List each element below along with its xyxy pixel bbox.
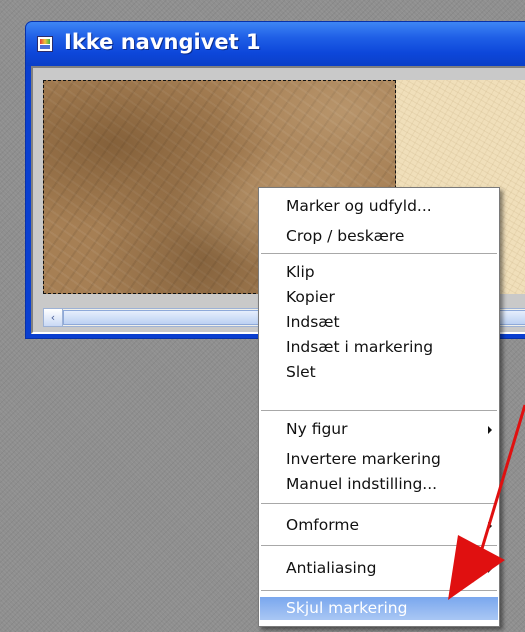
menu-item-paste[interactable]: Indsæt	[260, 311, 498, 334]
menu-item-label: Manuel indstilling...	[286, 475, 438, 493]
submenu-arrow-icon	[488, 426, 492, 434]
menu-item-paste-into-selection[interactable]: Indsæt i markering	[260, 336, 498, 359]
chevron-left-icon: ‹	[50, 311, 56, 324]
menu-item-label: Crop / beskære	[286, 227, 405, 245]
menu-separator	[261, 590, 497, 591]
menu-item-label: Kopier	[286, 288, 335, 306]
window-title: Ikke navngivet 1	[64, 30, 261, 54]
menu-item-label: Skjul markering	[286, 599, 408, 617]
menu-item-crop[interactable]: Crop / beskære	[260, 225, 498, 248]
menu-item-invert-selection[interactable]: Invertere markering	[260, 448, 498, 471]
title-bar[interactable]: Ikke navngivet 1	[26, 22, 525, 66]
menu-item-mark-and-fill[interactable]: Marker og udfyld...	[260, 195, 498, 218]
menu-item-cut[interactable]: Klip	[260, 261, 498, 284]
menu-item-antialiasing[interactable]: Antialiasing	[260, 557, 498, 580]
menu-item-delete[interactable]: Slet	[260, 361, 498, 384]
menu-item-label: Ny figur	[286, 420, 348, 438]
menu-item-label: Marker og udfyld...	[286, 197, 432, 215]
menu-separator	[261, 545, 497, 546]
scroll-left-button[interactable]: ‹	[44, 309, 63, 326]
menu-item-label: Invertere markering	[286, 450, 441, 468]
menu-item-label: Klip	[286, 263, 315, 281]
menu-item-label: Antialiasing	[286, 559, 377, 577]
menu-item-copy[interactable]: Kopier	[260, 286, 498, 309]
menu-separator	[261, 410, 497, 411]
menu-separator	[261, 503, 497, 504]
image-document-icon	[37, 36, 53, 52]
menu-item-transform[interactable]: Omforme	[260, 514, 498, 537]
menu-item-label: Slet	[286, 363, 316, 381]
menu-item-new-shape[interactable]: Ny figur	[260, 418, 498, 441]
menu-item-hide-selection[interactable]: Skjul markering	[260, 597, 498, 620]
menu-separator	[261, 253, 497, 254]
submenu-arrow-icon	[488, 522, 492, 530]
context-menu: Marker og udfyld... Crop / beskære Klip …	[258, 187, 500, 627]
menu-item-label: Indsæt	[286, 313, 340, 331]
menu-item-label: Indsæt i markering	[286, 338, 434, 356]
menu-item-manual-setting[interactable]: Manuel indstilling...	[260, 473, 498, 496]
menu-item-label: Omforme	[286, 516, 359, 534]
submenu-arrow-icon	[488, 565, 492, 573]
